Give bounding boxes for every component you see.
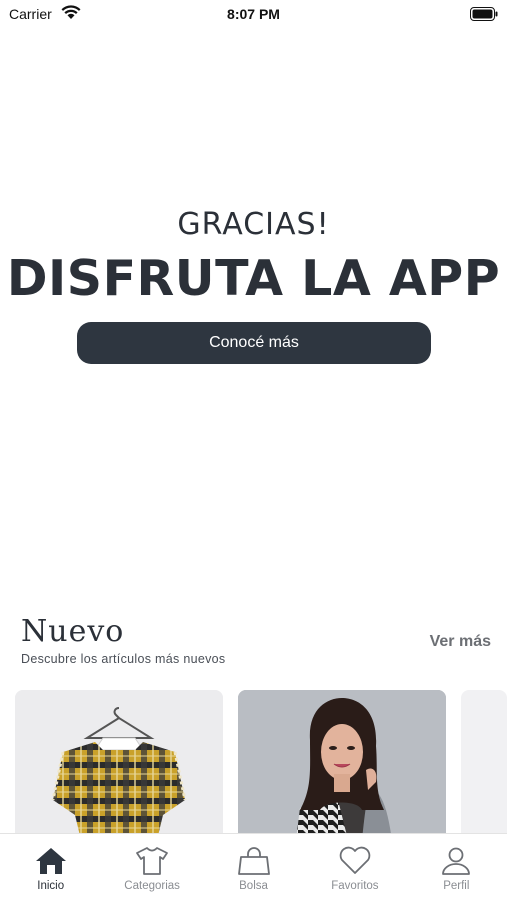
hero-title: DISFRUTA LA APP xyxy=(6,250,501,307)
tab-inicio[interactable]: Inicio xyxy=(0,834,101,900)
status-bar: Carrier 8:07 PM xyxy=(0,0,507,28)
heart-icon xyxy=(339,846,371,874)
learn-more-button[interactable]: Conocé más xyxy=(77,322,431,364)
plaid-dress-image xyxy=(15,690,223,840)
tab-bar: Inicio Categorias Bolsa Favoritos Perfil xyxy=(0,833,507,900)
see-more-link[interactable]: Ver más xyxy=(430,633,491,651)
tab-label-perfil: Perfil xyxy=(443,880,470,892)
tab-bolsa[interactable]: Bolsa xyxy=(203,834,304,900)
tab-label-categorias: Categorias xyxy=(124,880,180,892)
bag-icon xyxy=(237,847,270,875)
section-subtitle: Descubre los artículos más nuevos xyxy=(21,652,226,666)
battery-icon xyxy=(470,7,498,26)
woman-sweater-image xyxy=(238,690,446,840)
home-icon xyxy=(35,848,66,874)
tab-categorias[interactable]: Categorias xyxy=(101,834,202,900)
tab-label-inicio: Inicio xyxy=(37,880,65,892)
tab-label-favoritos: Favoritos xyxy=(331,880,379,892)
product-card-sweater[interactable] xyxy=(238,690,446,840)
section-title: Nuevo xyxy=(21,614,125,649)
product-card-dress[interactable] xyxy=(15,690,223,840)
tab-perfil[interactable]: Perfil xyxy=(406,834,507,900)
product-card-partial[interactable] xyxy=(461,690,507,840)
hero-subtitle: GRACIAS! xyxy=(177,207,330,242)
person-icon xyxy=(442,847,471,875)
status-time: 8:07 PM xyxy=(227,6,280,22)
tshirt-icon xyxy=(136,847,169,875)
tab-label-bolsa: Bolsa xyxy=(239,880,268,892)
tab-favoritos[interactable]: Favoritos xyxy=(304,834,405,900)
